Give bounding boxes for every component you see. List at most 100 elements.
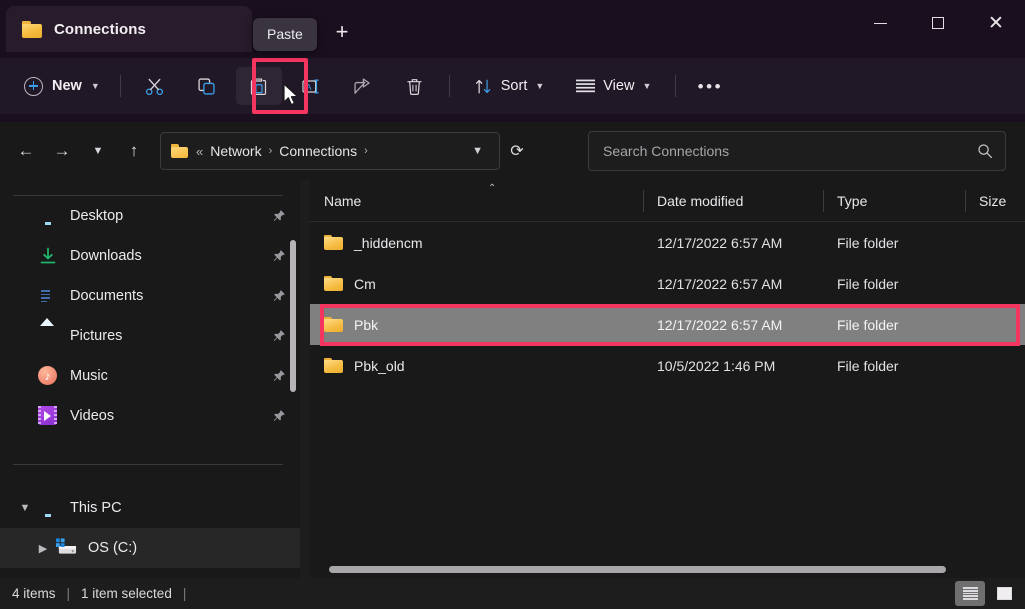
downloads-icon <box>38 246 58 266</box>
minimize-button[interactable] <box>851 0 909 46</box>
chevron-down-icon[interactable]: ▼ <box>12 502 38 514</box>
delete-button[interactable] <box>392 67 438 105</box>
maximize-icon <box>932 17 944 29</box>
file-name: Pbk_old <box>354 357 405 374</box>
breadcrumb-item-network[interactable]: Network <box>210 143 261 159</box>
horizontal-scrollbar-thumb[interactable] <box>329 566 946 573</box>
tab-label: Connections <box>54 20 146 38</box>
search-icon <box>978 144 993 159</box>
breadcrumb-separator[interactable]: › <box>364 145 368 157</box>
sidebar-item-music[interactable]: ♪ Music <box>0 356 300 396</box>
sidebar-item-label: Desktop <box>70 208 124 224</box>
cut-button[interactable] <box>132 67 178 105</box>
view-label: View <box>603 78 635 94</box>
large-icons-view-button[interactable] <box>989 581 1019 606</box>
selection-count: 1 item selected <box>81 586 172 601</box>
file-type: File folder <box>837 234 899 251</box>
ellipsis-icon: ••• <box>697 76 724 96</box>
back-button[interactable]: ← <box>8 134 44 168</box>
paste-button[interactable] <box>235 67 282 105</box>
sort-button[interactable]: Sort ▼ <box>462 67 557 105</box>
breadcrumb: « Network › Connections › <box>196 143 462 159</box>
pin-icon[interactable] <box>272 289 286 303</box>
pin-icon[interactable] <box>272 209 286 223</box>
new-button-label: New <box>52 78 82 94</box>
column-header-date-modified[interactable]: Date modified <box>643 180 823 222</box>
pin-icon[interactable] <box>272 409 286 423</box>
pin-icon[interactable] <box>272 249 286 263</box>
folder-icon <box>324 234 343 251</box>
pin-icon[interactable] <box>272 369 286 383</box>
file-date: 10/5/2022 1:46 PM <box>657 357 776 374</box>
address-dropdown-icon[interactable]: ▼ <box>462 145 493 157</box>
rename-icon: A <box>302 79 319 93</box>
column-header-name[interactable]: Name ⌃ <box>310 180 643 222</box>
paste-icon <box>251 77 267 95</box>
new-tab-button[interactable]: + <box>325 17 359 47</box>
sidebar-item-this-pc[interactable]: ▼ This PC <box>0 488 300 528</box>
navigation-pane: Desktop Downloads Documents Pictures ♪ M… <box>0 180 300 578</box>
forward-button[interactable]: → <box>44 134 80 168</box>
sort-icon <box>475 79 491 93</box>
title-bar: Connections + ✕ <box>0 0 1025 58</box>
sidebar-item-os-c[interactable]: ▶ OS (C:) <box>0 528 300 568</box>
file-name: Pbk <box>354 316 379 333</box>
new-button[interactable]: New ▼ <box>10 68 112 104</box>
copy-icon <box>198 77 215 95</box>
file-name-cell: _hiddencm <box>310 234 643 251</box>
maximize-button[interactable] <box>909 0 967 46</box>
recent-locations-button[interactable]: ▼ <box>80 134 116 168</box>
chevron-down-icon: ▼ <box>92 145 104 157</box>
more-options-button[interactable]: ••• <box>687 67 733 105</box>
desktop-icon <box>38 206 58 226</box>
sidebar-edge <box>300 180 310 578</box>
trash-icon <box>407 78 422 95</box>
table-row[interactable]: _hiddencm 12/17/2022 6:57 AM File folder <box>310 222 1025 263</box>
documents-icon <box>38 286 58 306</box>
file-type: File folder <box>837 316 899 333</box>
table-row-selected[interactable]: Pbk 12/17/2022 6:57 AM File folder <box>310 304 1025 345</box>
view-button[interactable]: View ▼ <box>564 67 663 105</box>
sidebar-item-label: This PC <box>70 500 122 516</box>
music-icon: ♪ <box>38 366 58 386</box>
svg-text:A: A <box>306 81 312 91</box>
up-button[interactable]: ↑ <box>116 134 152 168</box>
close-icon: ✕ <box>988 12 1004 34</box>
pictures-icon <box>38 326 58 346</box>
column-header-size[interactable]: Size <box>965 180 1025 222</box>
breadcrumb-item-connections[interactable]: Connections <box>279 143 357 159</box>
sidebar-item-pictures[interactable]: Pictures <box>0 316 300 356</box>
column-header-type[interactable]: Type <box>823 180 965 222</box>
sidebar-item-label: Videos <box>70 408 115 424</box>
address-bar[interactable]: « Network › Connections › ▼ <box>160 132 500 170</box>
chevron-right-icon[interactable]: ▶ <box>30 542 56 555</box>
pin-icon[interactable] <box>272 329 286 343</box>
view-icon <box>576 79 596 92</box>
refresh-button[interactable]: ⟳ <box>500 134 534 168</box>
breadcrumb-separator[interactable]: › <box>269 145 273 157</box>
share-button[interactable] <box>340 67 386 105</box>
table-row[interactable]: Cm 12/17/2022 6:57 AM File folder <box>310 263 1025 304</box>
search-input[interactable] <box>603 143 977 159</box>
sidebar-item-desktop[interactable]: Desktop <box>0 196 300 236</box>
details-view-icon <box>962 587 978 600</box>
details-view-button[interactable] <box>955 581 985 606</box>
search-box[interactable] <box>588 131 1006 171</box>
file-explorer-window: Connections + ✕ New ▼ A Sort ▼ View ▼ ••… <box>0 0 1025 609</box>
sort-label: Sort <box>500 78 528 94</box>
folder-icon <box>171 144 188 158</box>
sidebar-scrollbar[interactable] <box>290 240 296 392</box>
folder-icon <box>324 316 343 333</box>
file-date: 12/17/2022 6:57 AM <box>657 234 783 251</box>
tab-connections[interactable]: Connections <box>6 6 252 52</box>
sidebar-item-downloads[interactable]: Downloads <box>0 236 300 276</box>
copy-button[interactable] <box>184 67 230 105</box>
chevron-down-icon: ▼ <box>535 80 545 91</box>
breadcrumb-overflow[interactable]: « <box>196 144 203 159</box>
table-row[interactable]: Pbk_old 10/5/2022 1:46 PM File folder <box>310 345 1025 386</box>
sidebar-item-label: Documents <box>70 288 144 304</box>
sidebar-item-videos[interactable]: Videos <box>0 396 300 436</box>
sidebar-item-label: Pictures <box>70 328 123 344</box>
sidebar-item-documents[interactable]: Documents <box>0 276 300 316</box>
close-button[interactable]: ✕ <box>967 0 1025 46</box>
